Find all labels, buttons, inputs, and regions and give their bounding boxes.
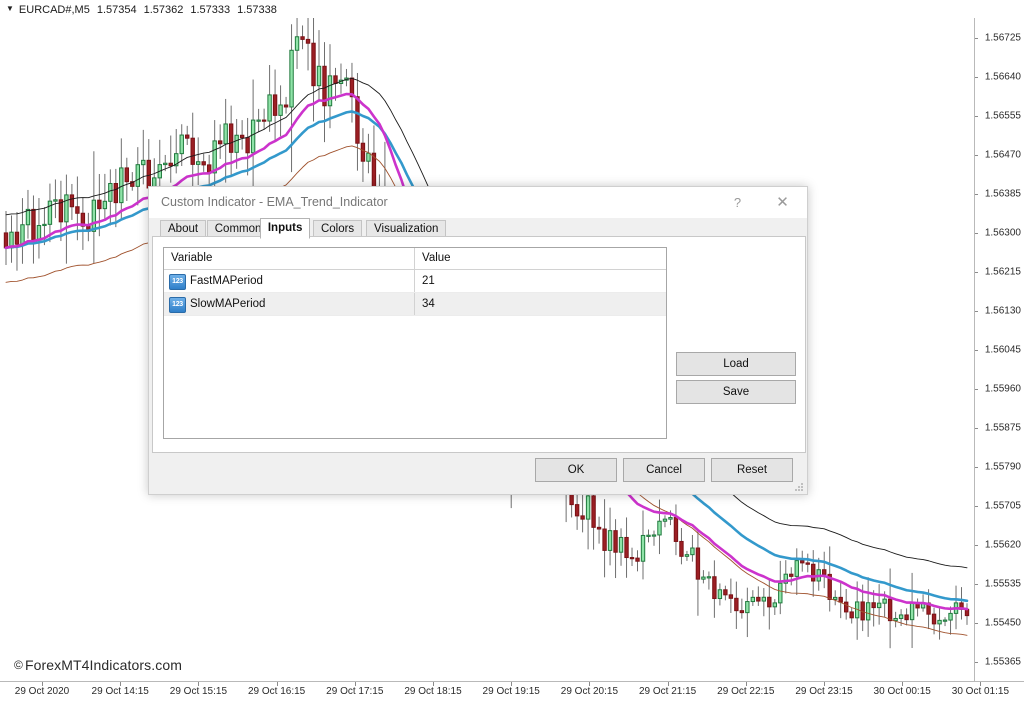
- dialog-titlebar[interactable]: Custom Indicator - EMA_Trend_Indicator ?…: [149, 187, 807, 218]
- watermark: © ForexMT4Indicators.com: [14, 657, 182, 673]
- price-tick: [975, 545, 978, 547]
- grid-header-row: Variable Value: [164, 248, 666, 270]
- resize-grip[interactable]: [795, 483, 804, 492]
- price-tick: [975, 193, 978, 195]
- parameters-grid[interactable]: Variable Value 123 FastMAPeriod 21 123 S…: [163, 247, 667, 439]
- time-label: 30 Oct 00:15: [873, 686, 931, 697]
- time-label: 29 Oct 16:15: [247, 686, 306, 697]
- time-label: 29 Oct 20:15: [560, 686, 619, 697]
- grip-dot: [801, 483, 803, 485]
- price-label: 1.55960: [984, 383, 1021, 395]
- table-row[interactable]: 123 SlowMAPeriod 34: [164, 293, 666, 316]
- time-label: 29 Oct 17:15: [326, 686, 384, 697]
- grip-dot: [801, 486, 803, 488]
- price-tick: [975, 115, 978, 117]
- price-scale-axis[interactable]: 1.56725 1.56640 1.56555 1.56470 1.56385 1.563…: [974, 18, 1024, 682]
- inputs-tab-panel: Variable Value 123 FastMAPeriod 21 123 S…: [152, 236, 806, 453]
- chart-header: ▼ EURCAD#,M5 1.57354 1.57362 1.57333 1.57338: [0, 0, 1024, 18]
- ok-button[interactable]: OK: [535, 458, 617, 482]
- grid-header-value: Value: [422, 252, 451, 264]
- chart-symbol-label: EURCAD#,M5: [18, 4, 90, 16]
- price-label: 1.55705: [984, 500, 1021, 512]
- price-tick: [975, 467, 978, 469]
- grid-header-separator: [414, 248, 415, 269]
- dialog-tabs[interactable]: About Common Inputs Colors Visualization: [149, 218, 807, 239]
- close-icon[interactable]: ✕: [760, 187, 805, 218]
- time-label: 29 Oct 15:15: [169, 686, 228, 697]
- table-row[interactable]: 123 FastMAPeriod 21: [164, 270, 666, 293]
- price-label: 1.56045: [984, 344, 1021, 356]
- grip-dot: [795, 489, 797, 491]
- reset-button[interactable]: Reset: [711, 458, 793, 482]
- price-tick: [975, 428, 978, 430]
- time-label: 29 Oct 2020: [14, 686, 70, 697]
- price-tick: [975, 37, 978, 39]
- grip-dot: [798, 486, 800, 488]
- price-tick: [975, 584, 978, 586]
- price-tick: [975, 271, 978, 273]
- chart-quote-high: 1.57362: [143, 4, 184, 16]
- param-value-slowmaperiod[interactable]: 34: [415, 293, 435, 315]
- help-icon[interactable]: ?: [715, 187, 760, 218]
- price-tick: [975, 76, 978, 78]
- price-label: 1.56725: [984, 32, 1021, 44]
- custom-indicator-dialog[interactable]: Custom Indicator - EMA_Trend_Indicator ?…: [148, 186, 808, 495]
- chart-quote-close: 1.57338: [237, 4, 277, 16]
- time-label: 29 Oct 14:15: [91, 686, 149, 697]
- price-label: 1.56215: [984, 266, 1021, 278]
- price-label: 1.56385: [984, 188, 1021, 200]
- price-label: 1.56640: [984, 71, 1021, 83]
- price-label: 1.56555: [984, 110, 1021, 122]
- chart-quote-low: 1.57333: [190, 4, 231, 16]
- price-label: 1.56470: [984, 149, 1021, 161]
- price-label: 1.55875: [984, 422, 1021, 434]
- time-scale-axis[interactable]: 29 Oct 2020 29 Oct 14:15 29 Oct 15:15 29 Oc…: [0, 681, 1024, 704]
- price-label: 1.55620: [984, 539, 1021, 551]
- grip-dot: [798, 489, 800, 491]
- price-tick: [975, 506, 978, 508]
- price-tick: [975, 154, 978, 156]
- price-label: 1.55450: [984, 617, 1021, 629]
- chart-quote-open: 1.57354: [96, 4, 137, 16]
- price-tick: [975, 232, 978, 234]
- time-label: 29 Oct 21:15: [638, 686, 697, 697]
- price-label: 1.55790: [984, 461, 1021, 473]
- price-tick: [975, 310, 978, 312]
- price-tick: [975, 350, 978, 351]
- time-label: 29 Oct 18:15: [404, 686, 462, 697]
- copyright-icon: ©: [14, 658, 23, 672]
- load-button[interactable]: Load: [676, 352, 796, 376]
- param-value-fastmaperiod[interactable]: 21: [415, 270, 435, 292]
- price-label: 1.56130: [984, 305, 1021, 317]
- price-label: 1.55535: [984, 578, 1021, 590]
- save-button[interactable]: Save: [676, 380, 796, 404]
- price-label: 1.55365: [984, 656, 1021, 668]
- time-label: 30 Oct 01:15: [951, 686, 1010, 697]
- tab-inputs[interactable]: Inputs: [259, 218, 311, 239]
- param-name-fastmaperiod: FastMAPeriod: [190, 275, 263, 287]
- time-label: 29 Oct 22:15: [717, 686, 775, 697]
- time-label: 29 Oct 23:15: [795, 686, 853, 697]
- dialog-title: Custom Indicator - EMA_Trend_Indicator: [161, 195, 388, 209]
- price-label: 1.56300: [984, 227, 1021, 239]
- chart-collapse-caret[interactable]: ▼: [6, 0, 14, 18]
- cancel-button[interactable]: Cancel: [623, 458, 705, 482]
- price-tick: [975, 389, 978, 391]
- time-label: 29 Oct 19:15: [482, 686, 540, 697]
- param-name-slowmaperiod: SlowMAPeriod: [190, 298, 266, 310]
- price-tick: [975, 623, 978, 625]
- grid-header-variable: Variable: [171, 252, 213, 264]
- price-tick: [975, 662, 978, 664]
- watermark-text: ForexMT4Indicators.com: [24, 657, 182, 673]
- grip-dot: [801, 489, 803, 491]
